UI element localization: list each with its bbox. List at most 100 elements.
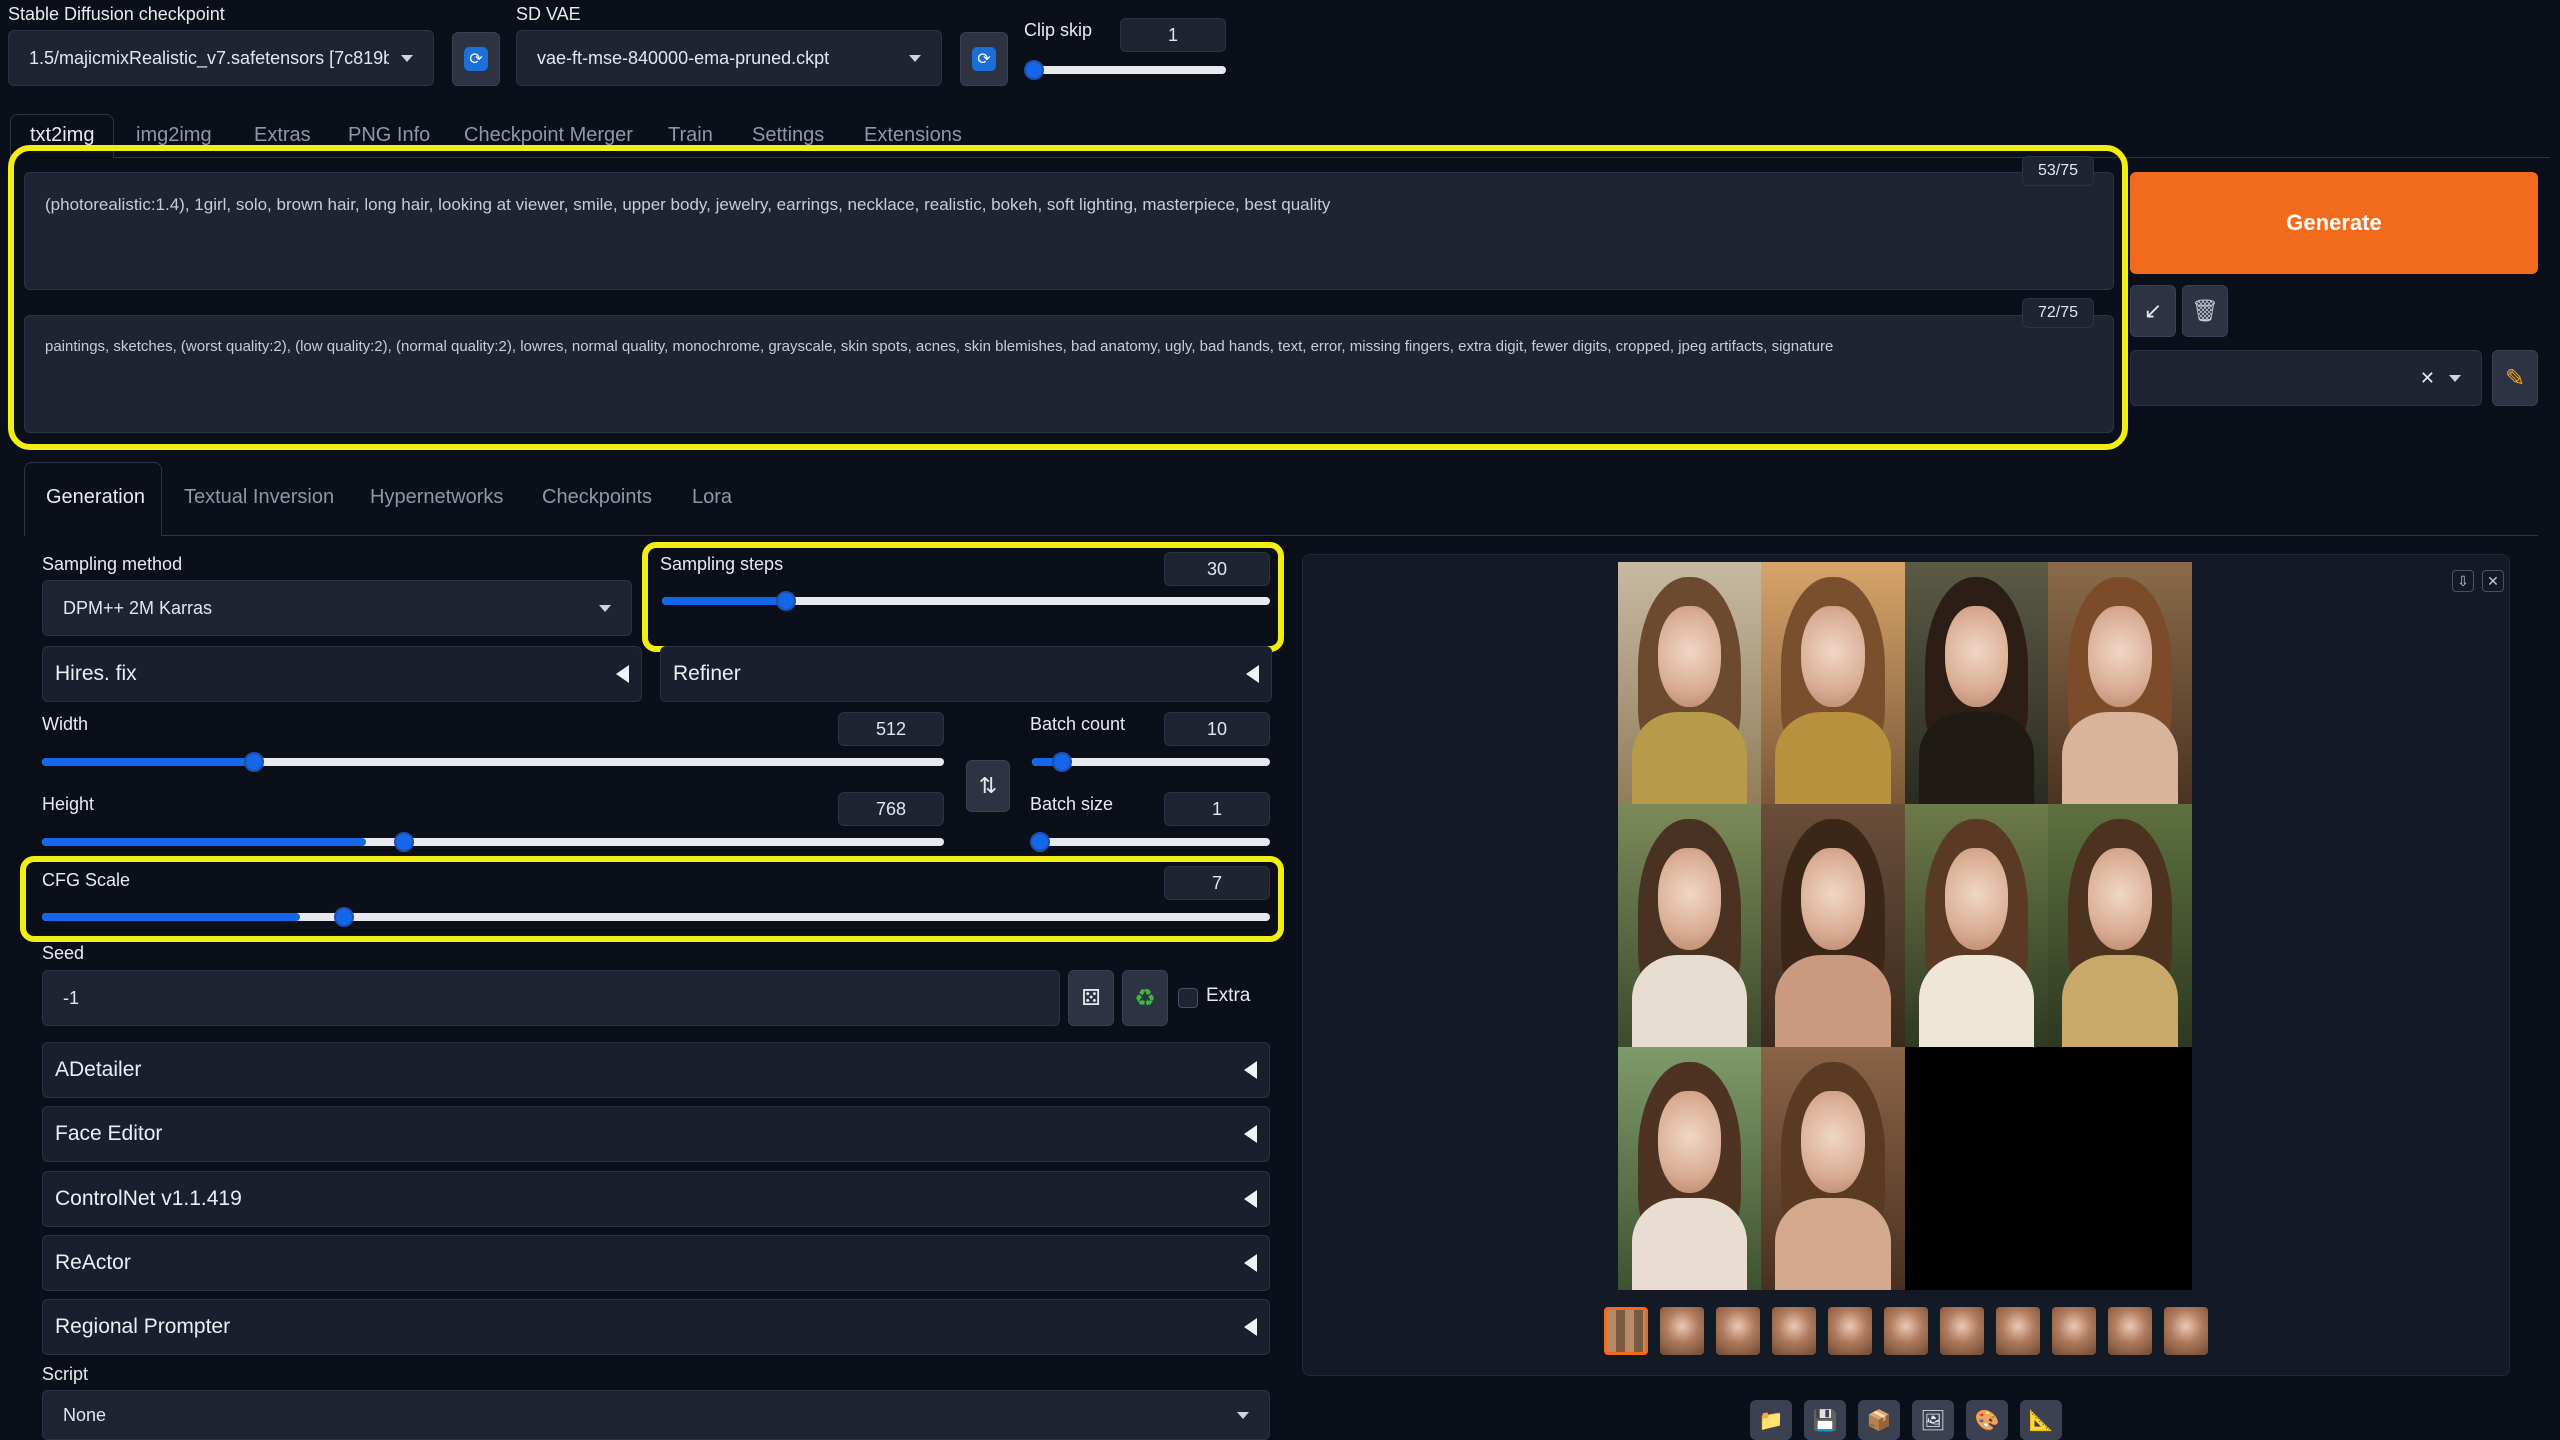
paste-params-button[interactable]: ↙ [2130,285,2176,337]
batch-size-input[interactable]: 1 [1164,792,1270,826]
extra-label: Extra [1206,985,1251,1006]
edit-styles-button[interactable]: ✎ [2492,350,2538,406]
tab-generation-label[interactable]: Generation [46,486,145,509]
swap-dimensions-button[interactable]: ⇅ [966,760,1010,812]
collapse-triangle-icon [1244,1254,1257,1272]
thumbnail[interactable] [1996,1307,2040,1355]
refresh-checkpoint-button[interactable]: ⟳ [452,32,500,86]
collapse-triangle-icon [1244,1318,1257,1336]
clear-prompt-button[interactable]: 🗑 [2182,285,2228,337]
script-select[interactable]: None [42,1390,1270,1440]
chevron-down-icon [1237,1411,1249,1419]
send-to-extras-button[interactable]: 📐 [2020,1400,2062,1440]
extra-checkbox[interactable] [1178,988,1198,1008]
tab-hypernetworks[interactable]: Hypernetworks [370,486,503,509]
dice-icon: ⚄ [1081,985,1101,1010]
random-seed-button[interactable]: ⚄ [1068,970,1114,1026]
slider-handle[interactable] [1024,60,1044,80]
ruler-icon: 📐 [2028,1409,2054,1432]
width-slider[interactable] [42,752,944,772]
slider-handle[interactable] [1052,752,1072,772]
chevron-down-icon [599,604,611,612]
height-slider[interactable] [42,832,944,852]
chevron-down-icon [909,54,921,62]
refresh-vae-button[interactable]: ⟳ [960,32,1008,86]
open-folder-button[interactable]: 📁 [1750,1400,1792,1440]
send-to-inpaint-button[interactable]: 🎨 [1966,1400,2008,1440]
thumbnail[interactable] [1716,1307,1760,1355]
tab-lora[interactable]: Lora [692,486,732,509]
thumbnail[interactable] [1884,1307,1928,1355]
clip-skip-input[interactable]: 1 [1120,18,1226,52]
generate-button[interactable]: Generate [2130,172,2538,274]
thumbnail[interactable] [2108,1307,2152,1355]
checkpoint-select[interactable]: 1.5/majicmixRealistic_v7.safetensors [7c… [8,30,434,86]
hires-fix-label: Hires. fix [55,662,137,685]
tab-checkpoint-merger[interactable]: Checkpoint Merger [464,124,633,147]
height-input[interactable]: 768 [838,792,944,826]
refresh-icon: ⟳ [464,47,488,71]
styles-select[interactable]: ✕ [2130,350,2482,406]
tab-extensions[interactable]: Extensions [864,124,962,147]
grid-image[interactable] [1618,562,2192,1290]
thumbnail[interactable] [1828,1307,1872,1355]
adetailer-accordion[interactable]: ADetailer [42,1042,1270,1098]
save-button[interactable]: 💾 [1804,1400,1846,1440]
chevron-down-icon [401,54,413,62]
collapse-triangle-icon [616,665,629,683]
slider-handle[interactable] [1030,832,1050,852]
grid-cell [2048,562,2192,804]
accordion-label: Regional Prompter [55,1315,231,1338]
face-editor-accordion[interactable]: Face Editor [42,1106,1270,1162]
seed-input[interactable]: -1 [42,970,1060,1026]
refresh-icon: ⟳ [972,47,996,71]
batch-count-label: Batch count [1030,714,1126,734]
vae-select[interactable]: vae-ft-mse-840000-ema-pruned.ckpt [516,30,942,86]
tab-train[interactable]: Train [668,124,713,147]
swap-arrows-icon: ⇅ [978,773,998,798]
regional-prompter-accordion[interactable]: Regional Prompter [42,1299,1270,1355]
tab-checkpoints[interactable]: Checkpoints [542,486,652,509]
batch-count-input[interactable]: 10 [1164,712,1270,746]
sampling-method-select[interactable]: DPM++ 2M Karras [42,580,632,636]
highlight-cfg-scale [20,856,1284,942]
recycle-icon: ♻ [1134,984,1156,1012]
slider-handle[interactable] [244,752,264,772]
tab-textual-inversion[interactable]: Textual Inversion [184,486,334,509]
reuse-seed-button[interactable]: ♻ [1122,970,1168,1026]
send-to-img2img-button[interactable]: 🖼 [1912,1400,1954,1440]
accordion-label: ReActor [55,1251,131,1274]
close-icon[interactable]: ✕ [2482,570,2504,592]
tab-img2img[interactable]: img2img [136,124,212,147]
thumbnail[interactable] [1772,1307,1816,1355]
thumbnail-grid-selected[interactable] [1604,1307,1648,1355]
tab-txt2img-label[interactable]: txt2img [30,124,94,147]
hires-fix-accordion[interactable]: Hires. fix [42,646,642,702]
batch-count-slider[interactable] [1032,752,1270,772]
seed-value: -1 [63,987,80,1008]
zip-button[interactable]: 📦 [1858,1400,1900,1440]
grid-cell [1761,562,1905,804]
save-icon: 💾 [1812,1409,1838,1432]
tab-settings[interactable]: Settings [752,124,824,147]
thumbnail[interactable] [1660,1307,1704,1355]
tab-extras[interactable]: Extras [254,124,311,147]
folder-icon: 📁 [1758,1409,1784,1432]
controlnet-accordion[interactable]: ControlNet v1.1.419 [42,1171,1270,1227]
thumbnail[interactable] [2164,1307,2208,1355]
thumbnail[interactable] [1940,1307,1984,1355]
batch-size-slider[interactable] [1030,832,1270,852]
grid-cell [1618,562,1761,804]
thumbnail[interactable] [2052,1307,2096,1355]
refiner-label: Refiner [673,662,741,685]
slider-handle[interactable] [394,832,414,852]
download-icon[interactable]: ⇩ [2452,570,2474,592]
reactor-accordion[interactable]: ReActor [42,1235,1270,1291]
pencil-icon: ✎ [2504,364,2526,392]
width-input[interactable]: 512 [838,712,944,746]
clear-icon[interactable]: ✕ [2420,368,2435,389]
clip-skip-label: Clip skip [1024,20,1093,40]
tab-png-info[interactable]: PNG Info [348,124,430,147]
refiner-accordion[interactable]: Refiner [660,646,1272,702]
clip-skip-slider[interactable] [1024,60,1226,80]
